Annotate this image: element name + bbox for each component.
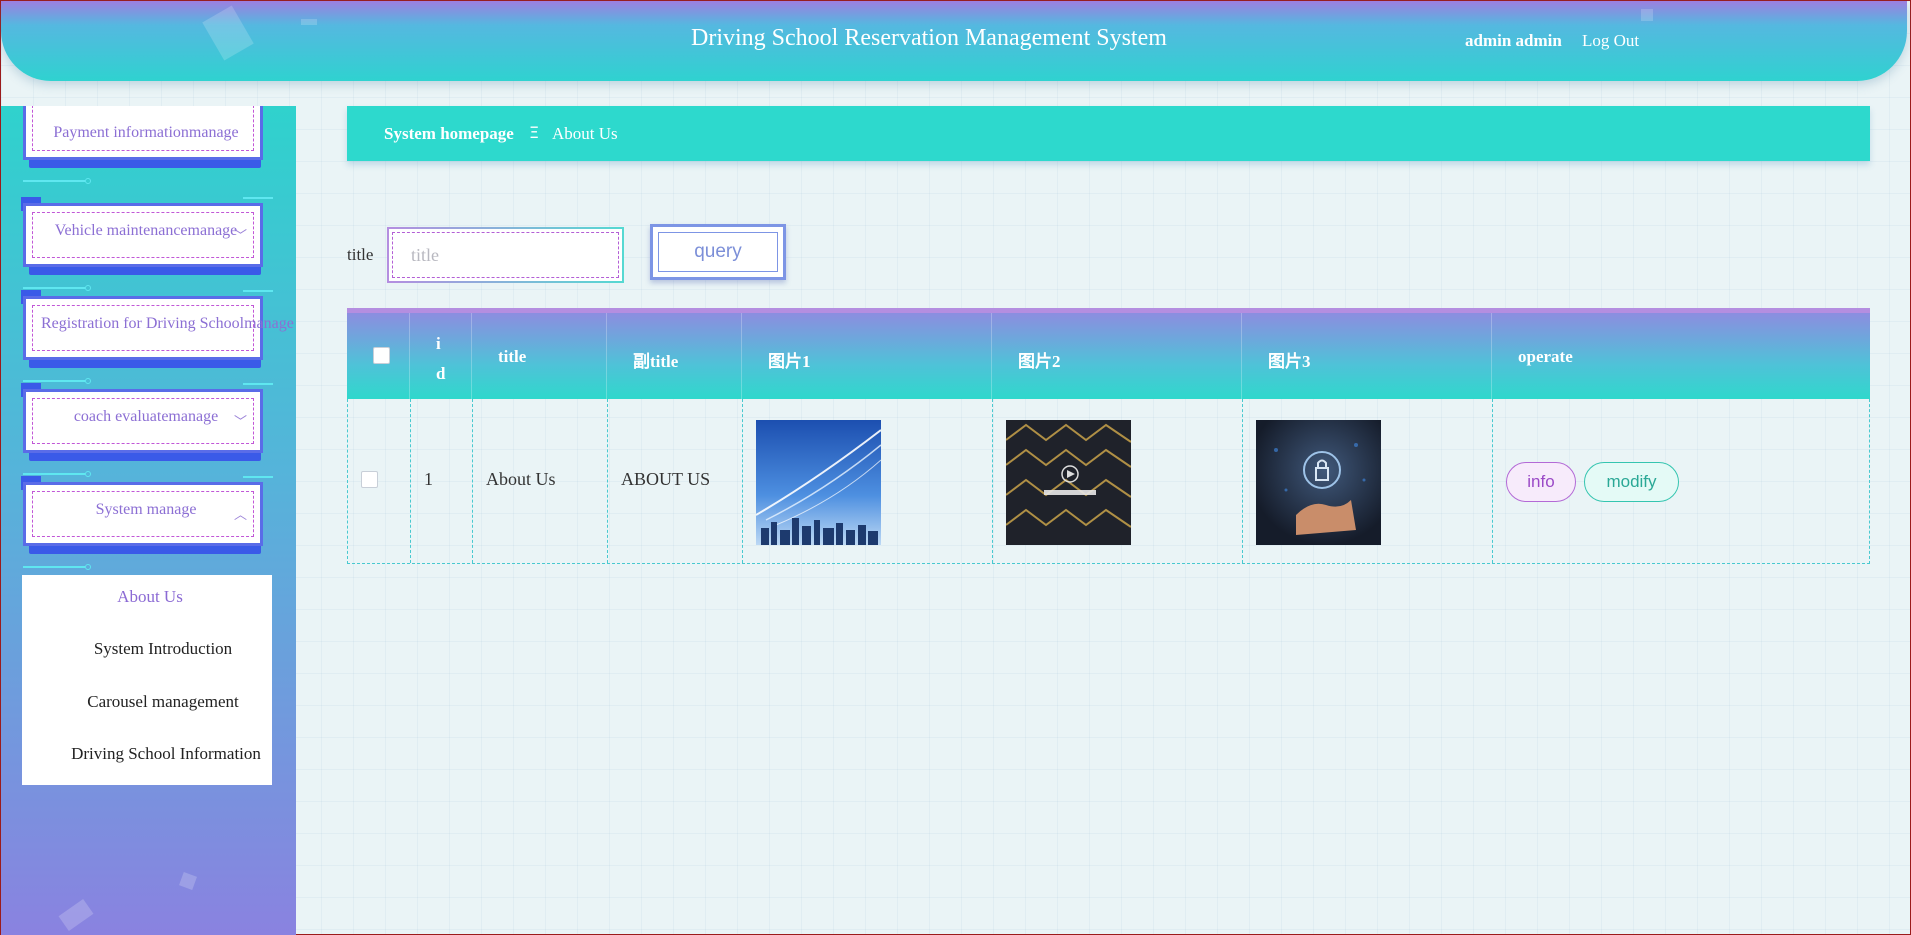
column-header-image1: 图片1 [742, 313, 992, 399]
breadcrumb-current: About Us [552, 124, 618, 143]
chevron-down-icon: ﹀ [233, 415, 247, 430]
app-title: Driving School Reservation Management Sy… [691, 25, 1167, 51]
title-search-input[interactable] [392, 232, 619, 278]
table-header: id title 副title 图片1 图片2 图片3 operate [347, 313, 1870, 399]
search-label: title [347, 245, 374, 264]
select-all-header [347, 313, 410, 399]
cell-subtitle: ABOUT US [608, 399, 743, 563]
query-button-label: query [658, 232, 778, 272]
header-decoration [1641, 9, 1653, 21]
city-skyline-image[interactable] [756, 420, 881, 545]
query-button[interactable]: query [650, 224, 786, 280]
cell-image3 [1243, 399, 1493, 563]
breadcrumb: System homepage Ξ About Us [347, 106, 1870, 161]
top-header: Driving School Reservation Management Sy… [1, 1, 1907, 81]
submenu-item-driving-school-information[interactable]: Driving School Information [41, 744, 291, 764]
modify-button[interactable]: modify [1584, 462, 1679, 502]
current-user: admin admin [1465, 31, 1562, 50]
row-select-cell [348, 399, 411, 563]
search-field-frame [387, 227, 624, 283]
data-table: id title 副title 图片1 图片2 图片3 operate 1 Ab… [347, 308, 1870, 564]
sidebar-item-registration[interactable]: Registration for Driving Schoolmanage [21, 290, 294, 384]
submenu-item-about-us[interactable]: About Us [25, 587, 275, 607]
column-header-operate: operate [1518, 347, 1573, 366]
info-button[interactable]: info [1506, 462, 1576, 502]
sidebar-item-payment-information[interactable]: Payment informationmanage [23, 106, 269, 184]
column-header-image3: 图片3 [1242, 313, 1492, 399]
row-checkbox[interactable] [361, 471, 378, 488]
sidebar-item-system-manage[interactable]: System manage ︿ [21, 476, 273, 570]
submenu-item-carousel-management[interactable]: Carousel management [38, 692, 288, 712]
sidebar-item-label: Payment informationmanage [53, 124, 239, 141]
cell-image1 [743, 399, 993, 563]
submenu-item-system-introduction[interactable]: System Introduction [38, 639, 288, 659]
chevron-up-icon: ︿ [233, 508, 247, 523]
sidebar-item-label: Vehicle maintenancemanage [54, 222, 238, 239]
breadcrumb-home-link[interactable]: System homepage [384, 124, 514, 144]
sidebar-item-label: Registration for Driving Schoolmanage [41, 315, 294, 332]
system-manage-submenu: About Us System Introduction Carousel ma… [22, 575, 272, 785]
cell-title: About Us [473, 399, 608, 563]
column-header-image2: 图片2 [992, 313, 1242, 399]
column-header-title: title [472, 313, 607, 399]
security-lock-image[interactable] [1256, 420, 1381, 545]
gold-cubes-image[interactable] [1006, 420, 1131, 545]
logout-link[interactable]: Log Out [1582, 31, 1639, 51]
sidebar-item-label: System manage [95, 501, 197, 518]
cell-image2 [993, 399, 1243, 563]
sidebar: Payment informationmanage Vehicle mainte… [1, 106, 296, 935]
sidebar-decoration [179, 872, 197, 890]
column-header-id: id [410, 313, 472, 399]
sidebar-decoration [58, 899, 94, 931]
sidebar-item-coach-evaluate[interactable]: coach evaluatemanage ﹀ [21, 383, 273, 477]
column-header-subtitle: 副title [607, 313, 742, 399]
cell-operate: info modify [1493, 399, 1871, 563]
breadcrumb-separator: Ξ [529, 123, 540, 142]
header-decoration [301, 19, 317, 25]
cell-id: 1 [411, 399, 473, 563]
select-all-checkbox[interactable] [373, 347, 390, 364]
sidebar-item-label: coach evaluatemanage [73, 408, 219, 425]
header-decoration [202, 5, 254, 61]
table-row: 1 About Us ABOUT US info modify [347, 399, 1870, 564]
chevron-down-icon: ﹀ [233, 229, 247, 244]
sidebar-item-vehicle-maintenance[interactable]: Vehicle maintenancemanage ﹀ [21, 197, 273, 291]
